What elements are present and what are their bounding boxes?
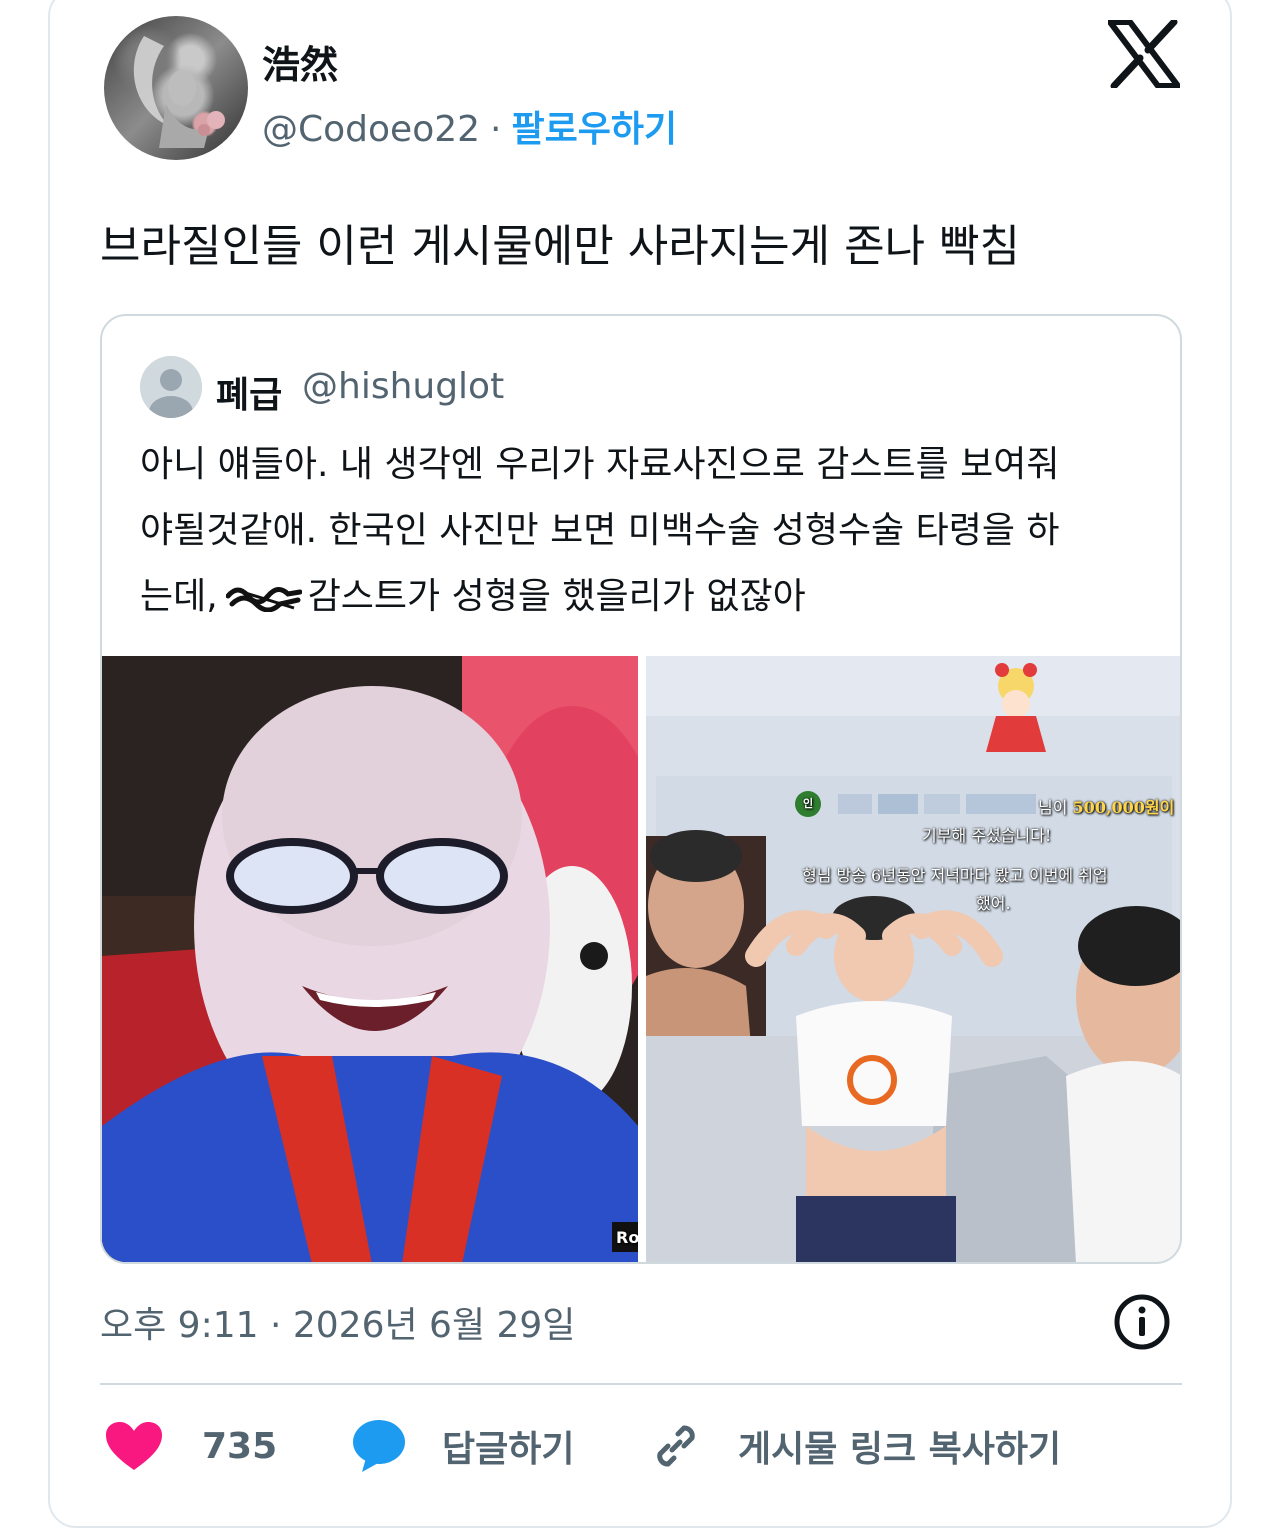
donation-suffix: 님이 xyxy=(1038,798,1068,817)
reply-button[interactable]: 답글하기 xyxy=(352,1416,574,1476)
separator: · xyxy=(490,109,502,150)
author-avatar[interactable] xyxy=(104,16,248,160)
author-name[interactable]: 浩然 xyxy=(262,34,338,89)
default-avatar-icon xyxy=(140,356,202,418)
speech-bubble-icon xyxy=(353,1420,405,1472)
follow-button[interactable]: 팔로우하기 xyxy=(511,109,677,150)
copy-link-label: 게시물 링크 복사하기 xyxy=(738,1429,1062,1470)
copy-link-button[interactable]: 게시물 링크 복사하기 xyxy=(650,1416,1061,1476)
donation-badge: 인 xyxy=(803,797,814,810)
avatar-image xyxy=(133,36,225,148)
quoted-text: 아니 얘들아. 내 생각엔 우리가 자료사진으로 감스트를 보여줘 야될것같애.… xyxy=(140,432,1150,630)
like-count: 735 xyxy=(202,1425,278,1467)
divider xyxy=(100,1383,1182,1385)
donation-header: 님이 500,000원이 xyxy=(1038,794,1174,818)
quoted-author-handle[interactable]: @hishuglot xyxy=(302,366,504,407)
author-handle[interactable]: @Codoeo22 xyxy=(262,109,480,150)
media-image-right[interactable]: 인 님이 500,000원이 기부해 주셨습니다! 형님 방송 6년동안 저녁마… xyxy=(646,656,1180,1262)
quoted-line: 야될것같애. 한국인 사진만 보면 미백수술 성형수술 타령을 하 xyxy=(140,510,1060,551)
quoted-line: 는데, 감스트가 성형을 했을리가 없잖아 xyxy=(140,564,1150,630)
reply-label: 답글하기 xyxy=(442,1429,575,1470)
quoted-line-start: 는데, xyxy=(140,576,218,617)
donation-line2: 기부해 주셨습니다! xyxy=(922,826,1052,845)
tweet-text: 브라질인들 이런 게시물에만 사라지는게 존나 빡침 xyxy=(100,221,1021,272)
handle-row: @Codoeo22 · 팔로우하기 xyxy=(262,100,677,152)
quoted-author-avatar[interactable] xyxy=(140,356,202,418)
heart-icon xyxy=(106,1422,162,1470)
info-icon[interactable] xyxy=(1112,1292,1172,1352)
quoted-tweet[interactable]: 폐급 @hishuglot 아니 얘들아. 내 생각엔 우리가 자료사진으로 감… xyxy=(100,314,1182,1264)
photo-right xyxy=(646,656,1180,1262)
donation-line4: 했어. xyxy=(976,894,1011,913)
quoted-author-name[interactable]: 폐급 xyxy=(216,366,282,418)
media-image-left[interactable]: Ro xyxy=(102,656,638,1262)
scribble-redaction-icon xyxy=(225,587,302,612)
photo-left xyxy=(102,656,638,1262)
donation-amount: 500,000원이 xyxy=(1072,798,1175,817)
link-icon xyxy=(657,1425,695,1467)
like-button[interactable]: 735 xyxy=(104,1416,277,1476)
quoted-line-end: 감스트가 성형을 했을리가 없잖아 xyxy=(307,576,806,617)
timestamp[interactable]: 오후 9:11 · 2026년 6월 29일 xyxy=(100,1296,575,1348)
x-logo-icon[interactable] xyxy=(1108,20,1180,88)
quoted-line: 아니 얘들아. 내 생각엔 우리가 자료사진으로 감스트를 보여줘 xyxy=(140,444,1060,485)
media-corner-text: Ro xyxy=(616,1228,638,1247)
donation-line3: 형님 방송 6년동안 저녁마다 봤고 이번에 취업 xyxy=(802,866,1108,885)
